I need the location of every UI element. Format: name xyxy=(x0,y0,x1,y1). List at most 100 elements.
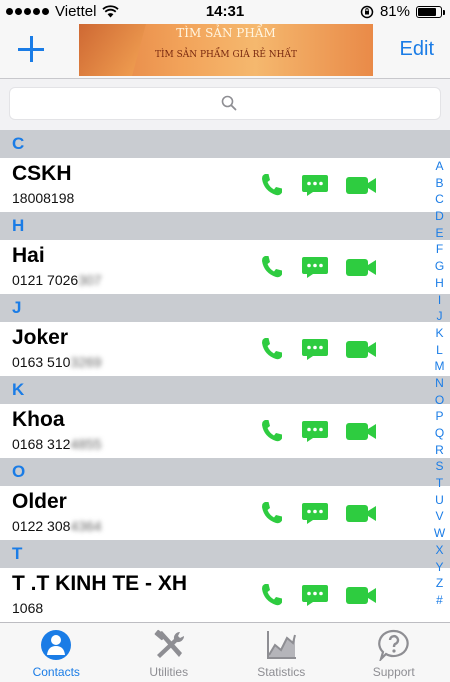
tab-support[interactable]: Support xyxy=(338,623,450,682)
section-header-j: J xyxy=(0,294,450,322)
video-call-icon[interactable] xyxy=(344,499,378,527)
help-icon xyxy=(377,629,409,661)
message-icon[interactable] xyxy=(300,171,330,199)
index-letter[interactable]: G xyxy=(429,258,450,275)
index-letter[interactable]: I xyxy=(429,292,450,309)
contact-row[interactable]: CSKH 18008198 xyxy=(0,158,450,212)
video-call-icon[interactable] xyxy=(344,581,378,609)
search-input[interactable] xyxy=(9,87,441,120)
contact-row[interactable]: Hai 0121 7026307 xyxy=(0,240,450,294)
index-letter[interactable]: V xyxy=(429,508,450,525)
contact-number: 0168 3124855 xyxy=(12,436,102,452)
message-icon[interactable] xyxy=(300,499,330,527)
message-icon[interactable] xyxy=(300,417,330,445)
contact-name: T .T KINH TE - XH xyxy=(12,572,187,595)
contact-name: Joker xyxy=(12,326,69,349)
contact-number-redacted: 3269 xyxy=(70,354,102,370)
index-letter[interactable]: J xyxy=(429,308,450,325)
tab-label: Support xyxy=(372,665,415,679)
tab-statistics[interactable]: Statistics xyxy=(225,623,338,682)
section-index[interactable]: A B C D E F G H I J K L M N O P Q R S T U V W X Y Z # xyxy=(429,158,450,618)
index-letter[interactable]: S xyxy=(429,458,450,475)
tools-icon xyxy=(154,629,184,658)
message-icon[interactable] xyxy=(300,335,330,363)
index-letter[interactable]: O xyxy=(429,392,450,409)
index-letter[interactable]: D xyxy=(429,208,450,225)
call-icon[interactable] xyxy=(258,253,286,281)
index-letter[interactable]: # xyxy=(429,592,450,609)
contacts-icon xyxy=(41,630,72,660)
call-icon[interactable] xyxy=(258,171,286,199)
call-icon[interactable] xyxy=(258,417,286,445)
contact-number: 0163 5103269 xyxy=(12,354,102,370)
contact-number-redacted: 307 xyxy=(78,272,102,288)
index-letter[interactable]: Q xyxy=(429,425,450,442)
index-letter[interactable]: F xyxy=(429,241,450,258)
index-letter[interactable]: U xyxy=(429,492,450,509)
index-letter[interactable]: Y xyxy=(429,559,450,576)
message-icon[interactable] xyxy=(300,581,330,609)
index-letter[interactable]: C xyxy=(429,191,450,208)
index-letter[interactable]: M xyxy=(429,358,450,375)
search-icon xyxy=(221,95,237,111)
call-icon[interactable] xyxy=(258,335,286,363)
contact-number-visible: 0163 510 xyxy=(12,354,71,370)
call-icon[interactable] xyxy=(258,581,286,609)
tab-label: Statistics xyxy=(257,665,306,679)
contact-row[interactable]: Older 0122 3084364 xyxy=(0,486,450,540)
tab-contacts[interactable]: Contacts xyxy=(0,623,113,682)
index-letter[interactable]: H xyxy=(429,275,450,292)
video-call-icon[interactable] xyxy=(344,171,378,199)
index-letter[interactable]: Z xyxy=(429,575,450,592)
section-header-c: C xyxy=(0,130,450,158)
edit-button[interactable]: Edit xyxy=(400,38,434,61)
call-icon[interactable] xyxy=(258,499,286,527)
message-icon[interactable] xyxy=(300,253,330,281)
tab-label: Utilities xyxy=(149,665,189,679)
index-letter[interactable]: E xyxy=(429,225,450,242)
index-letter[interactable]: W xyxy=(429,525,450,542)
index-letter[interactable]: X xyxy=(429,542,450,559)
tab-label: Contacts xyxy=(32,665,80,679)
add-contact-button[interactable] xyxy=(14,32,48,66)
contact-number: 1068 xyxy=(12,600,43,616)
section-header-k: K xyxy=(0,376,450,404)
index-letter[interactable]: B xyxy=(429,175,450,192)
index-letter[interactable]: A xyxy=(429,158,450,175)
nav-bar: TÌM SẢN PHẨM TÌM SẢN PHẨM GIÁ RẺ NHẤT Ed… xyxy=(0,24,450,78)
contact-name: Older xyxy=(12,490,67,513)
index-letter[interactable]: L xyxy=(429,342,450,359)
tab-bar: Contacts Utilities Statistics Support xyxy=(0,622,450,682)
contact-number-visible: 0121 7026 xyxy=(12,272,79,288)
search-area xyxy=(0,79,450,130)
contact-number-redacted: 4364 xyxy=(70,518,102,534)
contact-number-visible: 18008198 xyxy=(12,190,75,206)
index-letter[interactable]: T xyxy=(429,475,450,492)
contact-name: Hai xyxy=(12,244,45,267)
index-letter[interactable]: N xyxy=(429,375,450,392)
section-header-h: H xyxy=(0,212,450,240)
ad-title: TÌM SẢN PHẨM xyxy=(176,26,276,40)
status-bar: Viettel 14:31 81% xyxy=(0,0,450,24)
section-header-t: T xyxy=(0,540,450,568)
contact-row[interactable]: Joker 0163 5103269 xyxy=(0,322,450,376)
contact-number-visible: 1068 xyxy=(12,600,44,616)
video-call-icon[interactable] xyxy=(344,253,378,281)
video-call-icon[interactable] xyxy=(344,417,378,445)
ad-subtitle: TÌM SẢN PHẨM GIÁ RẺ NHẤT xyxy=(154,50,298,60)
status-right: 81% xyxy=(360,3,445,20)
battery-percent: 81% xyxy=(379,3,410,20)
contact-number-visible: 0168 312 xyxy=(12,436,71,452)
contact-row[interactable]: Khoa 0168 3124855 xyxy=(0,404,450,458)
contacts-list[interactable]: C CSKH 18008198 H Hai 0121 7026307 J Joker 0163 … xyxy=(0,130,450,622)
contact-number: 18008198 xyxy=(12,190,74,206)
contact-number: 0122 3084364 xyxy=(12,518,102,534)
index-letter[interactable]: P xyxy=(429,408,450,425)
contact-number: 0121 7026307 xyxy=(12,272,102,288)
video-call-icon[interactable] xyxy=(344,335,378,363)
contact-row[interactable]: T .T KINH TE - XH 1068 xyxy=(0,568,450,622)
ad-banner[interactable]: TÌM SẢN PHẨM TÌM SẢN PHẨM GIÁ RẺ NHẤT xyxy=(79,24,373,76)
tab-utilities[interactable]: Utilities xyxy=(113,623,226,682)
index-letter[interactable]: R xyxy=(429,442,450,459)
index-letter[interactable]: K xyxy=(429,325,450,342)
